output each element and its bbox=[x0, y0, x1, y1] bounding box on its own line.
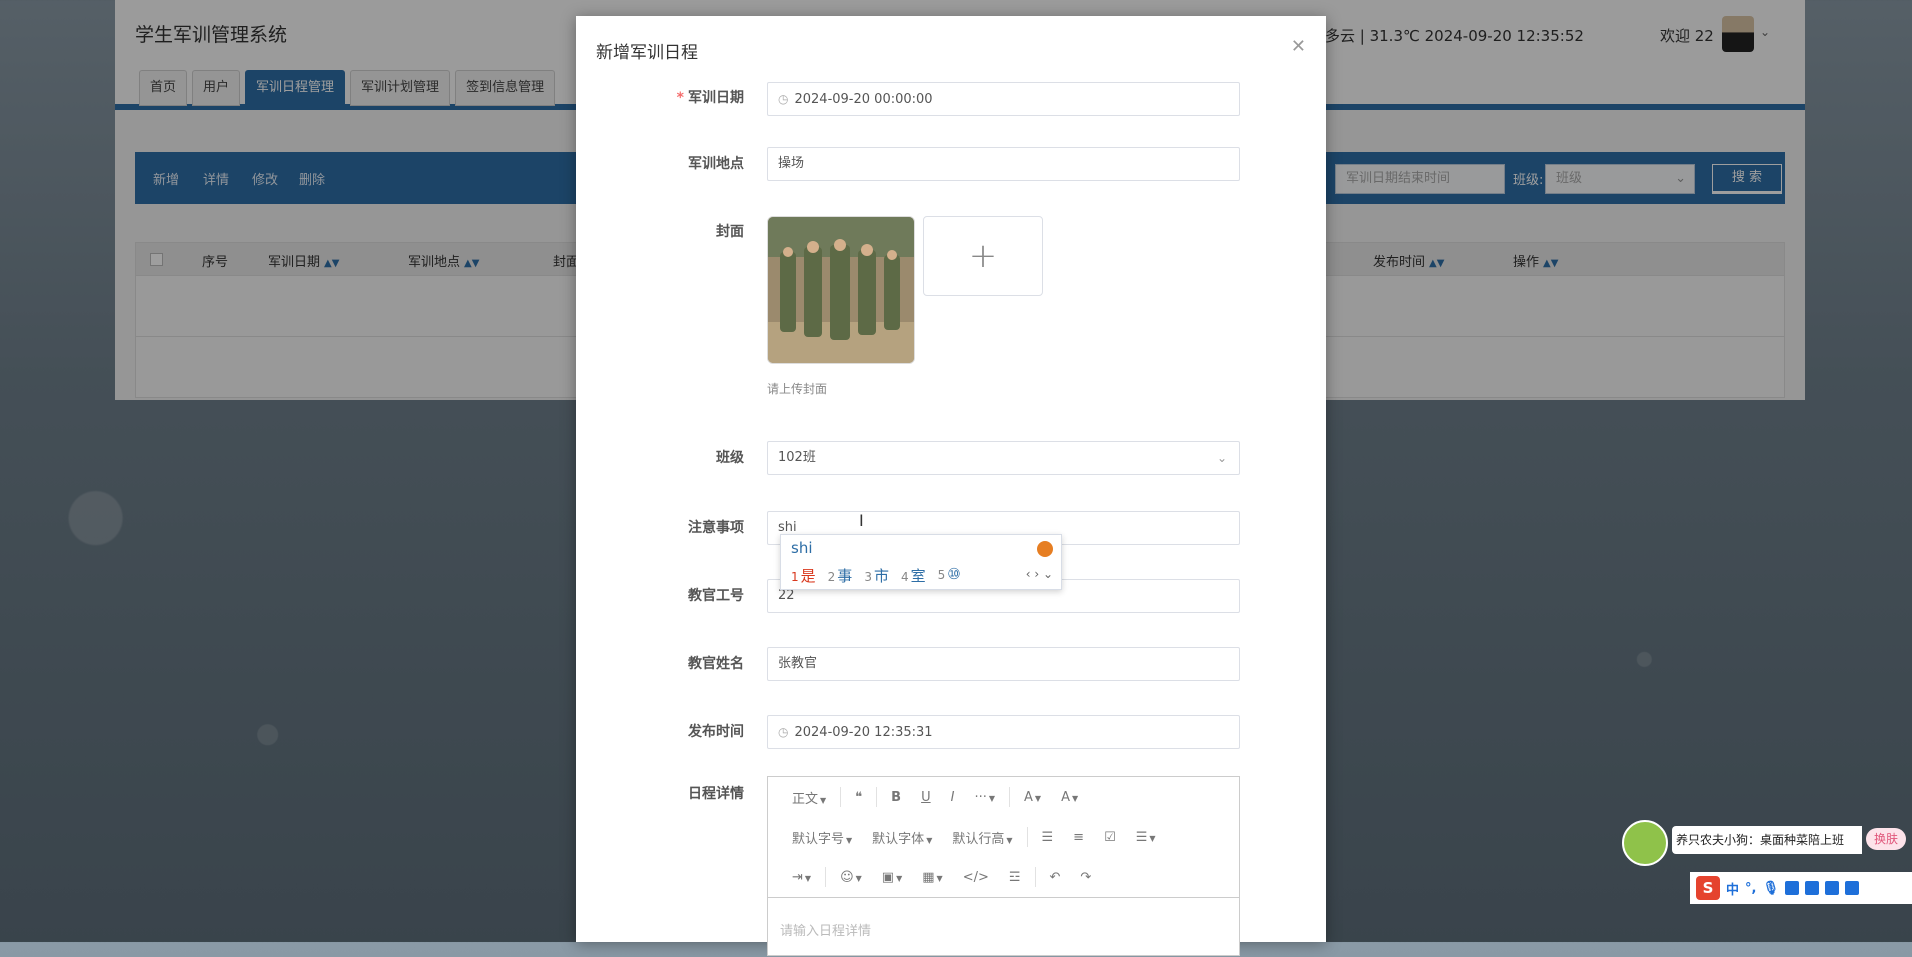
instructor-name-label: 教官姓名 bbox=[688, 656, 744, 672]
cover-hint: 请上传封面 bbox=[767, 382, 828, 396]
indent-icon[interactable]: ⇥ ▼ bbox=[782, 870, 821, 885]
add-schedule-dialog: 新增军训日程 ✕ * 军训日期 ◷ 2024-09-20 00:00:00 军训地点… bbox=[576, 16, 1326, 956]
sogou-status-bar: S 中 °, 🎙 bbox=[1690, 872, 1912, 904]
ime-composition: shi bbox=[791, 539, 813, 557]
ime-candidates: 1是 2事 3市 4室 5⑩ bbox=[791, 565, 961, 586]
cover-image bbox=[768, 217, 914, 363]
emoji-icon[interactable]: ☺ ▼ bbox=[830, 870, 872, 885]
class-select[interactable]: 102班 ⌄ bbox=[767, 441, 1240, 475]
editor-toolbar-row-2: 默认字号 ▼ 默认字体 ▼ 默认行高 ▼ ☰ ≡ ☑ ☰ ▼ bbox=[768, 817, 1239, 857]
more-style-icon[interactable]: ··· ▼ bbox=[964, 790, 1005, 805]
promo-ticker[interactable]: 养只农夫小狗：桌面种菜陪上班 bbox=[1672, 826, 1862, 854]
keyboard-icon[interactable] bbox=[1784, 881, 1799, 895]
ime-candidate-1[interactable]: 1是 bbox=[791, 565, 816, 586]
align-icon[interactable]: ☰ ▼ bbox=[1126, 830, 1166, 845]
quote-icon[interactable]: ❝ bbox=[845, 790, 872, 805]
upload-cover-button[interactable]: + bbox=[923, 216, 1043, 296]
required-mark: * bbox=[676, 90, 684, 106]
sogou-promo-widget: 养只农夫小狗：桌面种菜陪上班 换肤 bbox=[1622, 820, 1912, 866]
input-mode-toggle[interactable]: 中 bbox=[1726, 879, 1739, 898]
italic-icon[interactable]: I bbox=[941, 790, 965, 805]
notes-label: 注意事项 bbox=[688, 520, 744, 536]
skin-button[interactable]: 换肤 bbox=[1866, 828, 1907, 850]
table-icon[interactable]: ▦ ▼ bbox=[912, 870, 952, 885]
ime-skin-icon[interactable] bbox=[1037, 541, 1053, 557]
ime-candidate-2[interactable]: 2事 bbox=[828, 565, 853, 586]
line-height-dropdown[interactable]: 默认行高 ▼ bbox=[942, 828, 1022, 847]
publish-time-label: 发布时间 bbox=[688, 724, 744, 740]
frog-mascot-icon[interactable] bbox=[1622, 820, 1668, 866]
bold-icon[interactable]: B bbox=[881, 790, 911, 805]
sogou-logo-icon[interactable]: S bbox=[1696, 876, 1720, 900]
location-input[interactable]: 操场 bbox=[767, 147, 1240, 181]
date-label: * 军训日期 bbox=[676, 90, 744, 106]
font-size-dropdown[interactable]: 默认字号 ▼ bbox=[782, 828, 862, 847]
code-icon[interactable]: </> bbox=[953, 870, 999, 885]
chevron-down-icon: ⌄ bbox=[1216, 451, 1227, 465]
rich-text-editor: 正文 ▼ ❝ B U I ··· ▼ A ▼ A ▼ 默认字号 ▼ 默认字体 ▼ 默认行高 ▼… bbox=[767, 776, 1240, 956]
instructor-id-label: 教官工号 bbox=[688, 588, 744, 604]
microphone-icon[interactable]: 🎙 bbox=[1762, 881, 1779, 896]
game-icon[interactable] bbox=[1824, 881, 1839, 895]
ime-candidate-5[interactable]: 5⑩ bbox=[938, 565, 961, 586]
heading-dropdown[interactable]: 正文 ▼ bbox=[782, 788, 836, 807]
ime-candidate-3[interactable]: 3市 bbox=[864, 565, 889, 586]
publish-time-input[interactable]: ◷ 2024-09-20 12:35:31 bbox=[767, 715, 1240, 749]
dialog-title: 新增军训日程 bbox=[596, 43, 698, 63]
divider-icon[interactable]: ☲ bbox=[999, 870, 1031, 885]
ime-candidate-4[interactable]: 4室 bbox=[901, 565, 926, 586]
skin-shirt-icon[interactable] bbox=[1804, 881, 1819, 895]
font-family-dropdown[interactable]: 默认字体 ▼ bbox=[862, 828, 942, 847]
image-icon[interactable]: ▣ ▼ bbox=[872, 870, 912, 885]
redo-icon[interactable]: ↷ bbox=[1070, 870, 1101, 885]
ime-candidate-window: shi 1是 2事 3市 4室 5⑩ ‹ › ⌄ bbox=[780, 534, 1062, 590]
ime-page-nav-icon[interactable]: ‹ › ⌄ bbox=[1026, 567, 1053, 581]
details-label: 日程详情 bbox=[688, 786, 744, 802]
editor-placeholder: 请输入日程详情 bbox=[780, 924, 872, 939]
background-color-icon[interactable]: A ▼ bbox=[1051, 790, 1088, 805]
bullet-list-icon[interactable]: ☰ bbox=[1032, 830, 1064, 845]
font-color-icon[interactable]: A ▼ bbox=[1014, 790, 1051, 805]
undo-icon[interactable]: ↶ bbox=[1040, 870, 1071, 885]
clock-icon: ◷ bbox=[778, 725, 789, 739]
location-label: 军训地点 bbox=[688, 156, 744, 172]
instructor-name-input[interactable]: 张教官 bbox=[767, 647, 1240, 681]
punctuation-toggle[interactable]: °, bbox=[1745, 881, 1756, 896]
toolbox-icon[interactable] bbox=[1844, 881, 1859, 895]
editor-toolbar-row-1: 正文 ▼ ❝ B U I ··· ▼ A ▼ A ▼ bbox=[768, 777, 1239, 817]
class-label: 班级 bbox=[716, 450, 744, 466]
plus-icon: + bbox=[968, 236, 998, 276]
date-input[interactable]: ◷ 2024-09-20 00:00:00 bbox=[767, 82, 1240, 116]
editor-toolbar-row-3: ⇥ ▼ ☺ ▼ ▣ ▼ ▦ ▼ </> ☲ ↶ ↷ bbox=[768, 857, 1239, 897]
clock-icon: ◷ bbox=[778, 92, 789, 106]
todo-icon[interactable]: ☑ bbox=[1094, 830, 1126, 845]
cover-thumbnail[interactable] bbox=[767, 216, 915, 364]
underline-icon[interactable]: U bbox=[911, 790, 941, 805]
numbered-list-icon[interactable]: ≡ bbox=[1063, 830, 1094, 845]
cover-label: 封面 bbox=[716, 224, 744, 240]
text-cursor-icon: I bbox=[859, 511, 864, 530]
close-icon[interactable]: ✕ bbox=[1291, 36, 1306, 57]
editor-content-area[interactable]: 请输入日程详情 bbox=[768, 897, 1239, 957]
